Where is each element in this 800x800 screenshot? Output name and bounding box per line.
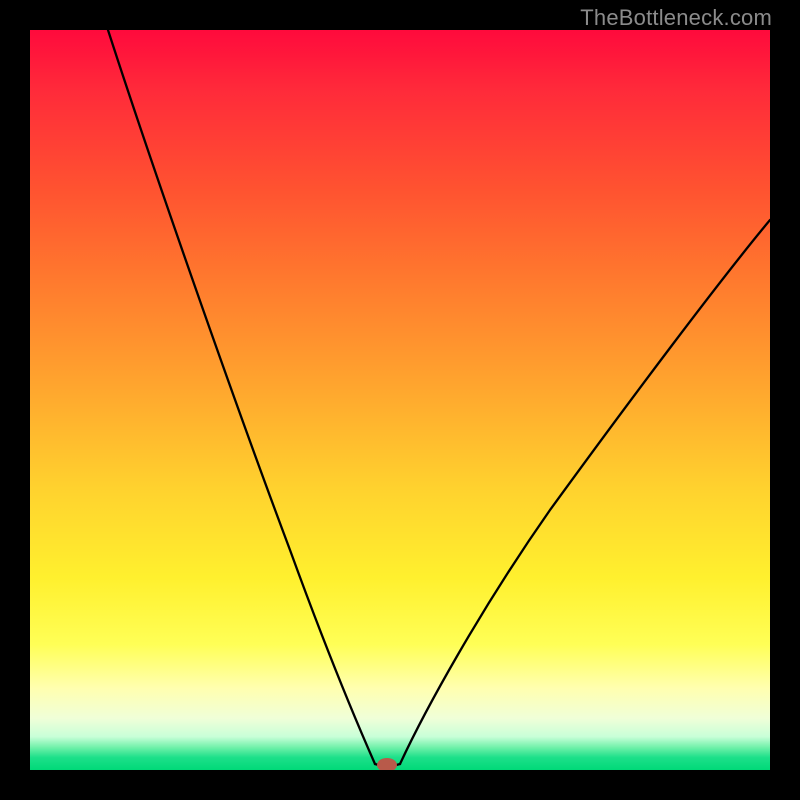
curve-right-branch	[400, 220, 770, 764]
curve-left-branch	[108, 30, 375, 764]
plot-area	[30, 30, 770, 770]
watermark-text: TheBottleneck.com	[580, 5, 772, 31]
curve-svg	[30, 30, 770, 770]
chart-frame: TheBottleneck.com	[0, 0, 800, 800]
valley-marker-icon	[377, 758, 397, 770]
